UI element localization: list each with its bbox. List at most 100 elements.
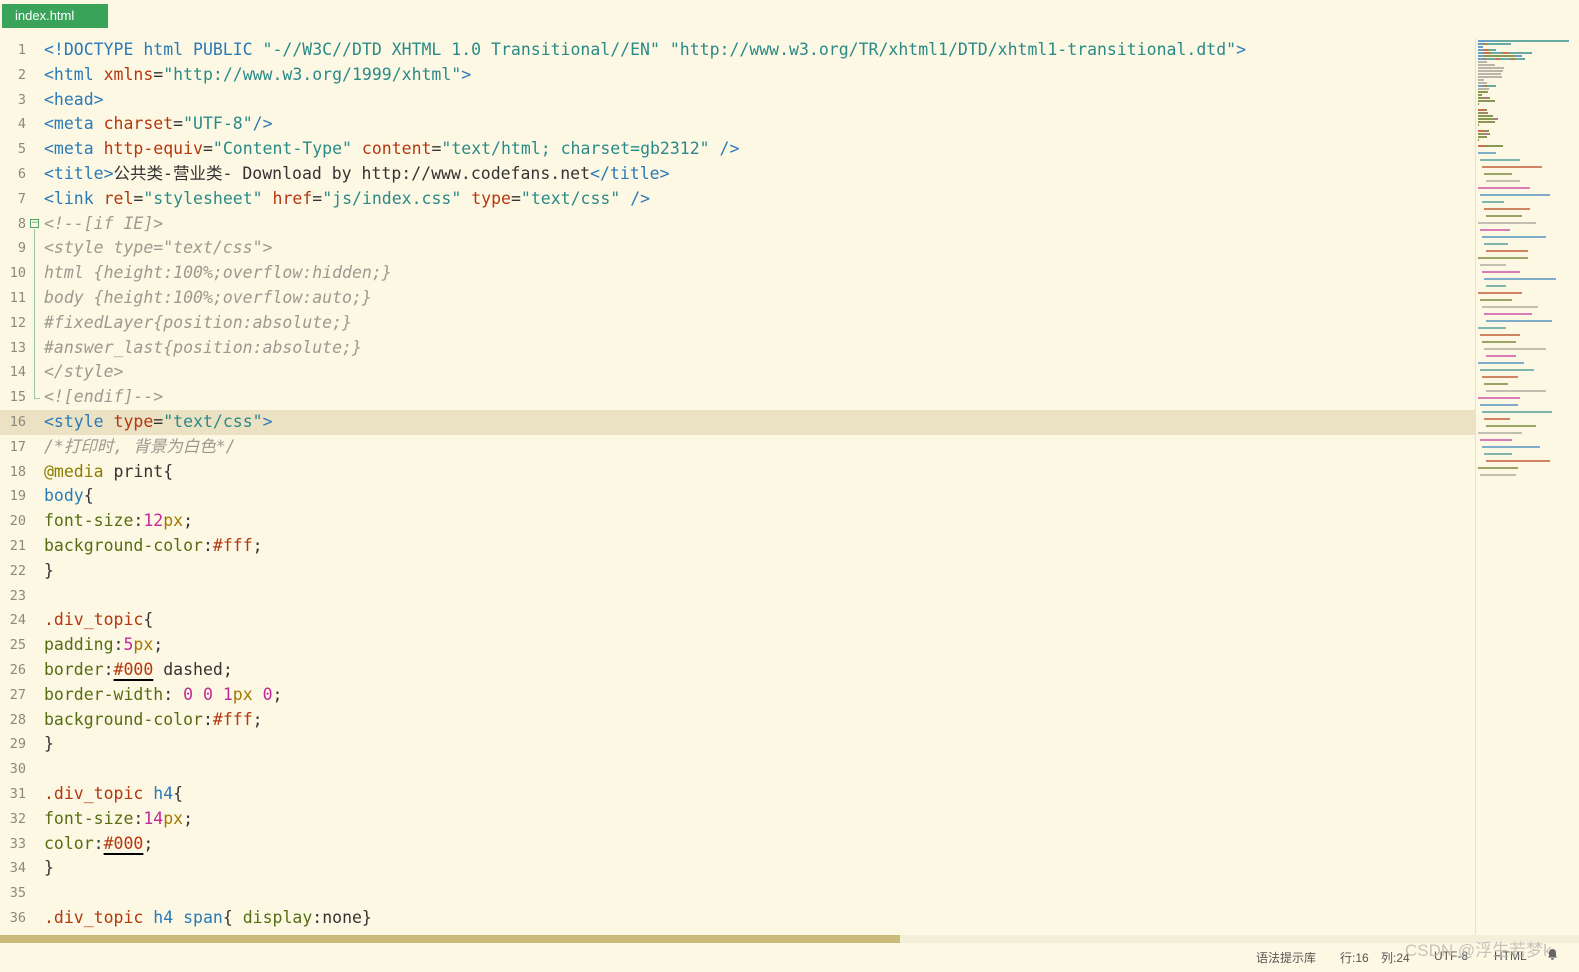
minimap-stroke <box>1486 320 1552 322</box>
code-token: { <box>143 610 154 630</box>
code-line[interactable]: 35 <box>0 881 1475 906</box>
code-token: ; <box>143 833 154 853</box>
code-line[interactable]: 30 <box>0 757 1475 782</box>
code-line[interactable]: 34} <box>0 856 1475 881</box>
code-token: font-size <box>44 511 134 531</box>
line-number: 22 <box>9 562 26 579</box>
minimap-stroke <box>1482 166 1542 168</box>
minimap-stroke <box>1486 180 1520 182</box>
code-token: { <box>83 486 94 506</box>
code-line[interactable]: 10 html {height:100%;overflow:hidden;} <box>0 261 1475 286</box>
minimap-stroke <box>1485 58 1495 60</box>
minimap-stroke <box>1486 460 1550 462</box>
minimap-stroke <box>1478 432 1522 434</box>
code-line[interactable]: 31 .div_topic h4{ <box>0 782 1475 807</box>
code-line[interactable]: 16 <style type="text/css"> <box>0 410 1475 435</box>
code-line[interactable]: 24 .div_topic{ <box>0 608 1475 633</box>
code-text: html {height:100%;overflow:hidden;} <box>44 261 392 286</box>
code-line[interactable]: 12 #fixedLayer{position:absolute;} <box>0 311 1475 336</box>
notification-bell-icon[interactable] <box>1547 948 1558 960</box>
code-token: ; <box>183 511 194 531</box>
code-line[interactable]: 8 <!--[if IE]> <box>0 212 1475 237</box>
code-editor[interactable]: 1 <!DOCTYPE html PUBLIC "-//W3C//DTD XHTM… <box>0 38 1475 934</box>
code-token: @media <box>44 461 104 481</box>
code-line[interactable]: 25 padding:5px; <box>0 633 1475 658</box>
code-token: <style type="text/css"> <box>44 238 273 258</box>
minimap-stroke <box>1478 70 1503 72</box>
code-token: .div_topic <box>44 784 144 803</box>
line-number: 30 <box>9 761 26 778</box>
minimap-stroke <box>1478 467 1518 469</box>
code-token: { <box>222 908 243 927</box>
code-line[interactable]: 11 body {height:100%;overflow:auto;} <box>0 286 1475 311</box>
line-number: 1 <box>17 42 26 58</box>
cursor-row: 行:16 <box>1340 951 1369 965</box>
line-number: 32 <box>9 810 26 827</box>
minimap-stroke <box>1523 58 1526 60</box>
minimap-stroke <box>1482 411 1552 413</box>
code-text: <title>公共类-营业类- Download by http://www.c… <box>44 162 670 187</box>
code-line[interactable]: 21 background-color:#fff; <box>0 534 1475 559</box>
minimap-stroke <box>1480 334 1520 336</box>
minimap-stroke <box>1494 49 1496 51</box>
tab-index-html[interactable]: index.html <box>2 4 108 28</box>
code-line[interactable]: 7 <link rel="stylesheet" href="js/index.c… <box>0 187 1475 212</box>
code-text: .div_topic h4{ <box>44 782 183 807</box>
minimap-stroke <box>1482 52 1490 54</box>
line-number: 26 <box>9 662 26 678</box>
code-line[interactable]: 23 <box>0 584 1475 609</box>
code-token: color <box>44 833 94 853</box>
code-token: body {height:100%;overflow:auto;} <box>44 288 372 307</box>
horizontal-scrollbar-thumb[interactable] <box>0 935 900 943</box>
code-text: <link rel="stylesheet" href="js/index.cs… <box>44 187 650 212</box>
fold-collapse-icon[interactable]: − <box>30 218 39 228</box>
code-line[interactable]: 29} <box>0 732 1475 757</box>
minimap-stroke <box>1486 215 1522 217</box>
code-line[interactable]: 4 <meta charset="UTF-8"/> <box>0 112 1475 137</box>
minimap[interactable] <box>1475 38 1579 934</box>
code-line[interactable]: 22} <box>0 559 1475 584</box>
code-line[interactable]: 5 <meta http-equiv="Content-Type" content… <box>0 137 1475 162</box>
code-line[interactable]: 17 /*打印时, 背景为白色*/ <box>0 435 1475 460</box>
code-line[interactable]: 15 <![endif]--> <box>0 385 1475 410</box>
code-line[interactable]: 1 <!DOCTYPE html PUBLIC "-//W3C//DTD XHTM… <box>0 38 1475 63</box>
code-line[interactable]: 3 <head> <box>0 88 1475 113</box>
code-token: border-width <box>44 684 164 704</box>
code-line[interactable]: 32 font-size:14px; <box>0 807 1475 832</box>
code-line[interactable]: 27 border-width: 0 0 1px 0; <box>0 683 1475 708</box>
code-line[interactable]: 13 #answer_last{position:absolute;} <box>0 336 1475 361</box>
code-line[interactable]: 18 @media print{ <box>0 460 1475 485</box>
code-line[interactable]: 19 body{ <box>0 484 1475 509</box>
horizontal-scrollbar[interactable] <box>0 935 1579 943</box>
minimap-stroke <box>1478 103 1479 105</box>
code-line[interactable]: 28 background-color:#fff; <box>0 708 1475 733</box>
minimap-stroke <box>1478 257 1528 259</box>
code-text: font-size:12px; <box>44 509 193 534</box>
code-text: font-size:14px; <box>44 807 193 832</box>
code-text: color:#000; <box>44 832 153 857</box>
code-text: <head> <box>44 88 104 113</box>
minimap-stroke <box>1480 194 1550 196</box>
code-token: <title> <box>44 164 114 183</box>
code-line[interactable]: 6 <title>公共类-营业类- Download by http://www.… <box>0 162 1475 187</box>
syntax-hint-library[interactable]: 语法提示库 <box>1256 949 1316 966</box>
code-token: = <box>133 188 144 208</box>
minimap-stroke <box>1486 250 1528 252</box>
code-token: = <box>312 188 323 208</box>
code-line[interactable]: 33 color:#000; <box>0 832 1475 857</box>
minimap-stroke <box>1509 43 1511 45</box>
minimap-stroke <box>1478 139 1479 141</box>
code-line[interactable]: 9 <style type="text/css"> <box>0 236 1475 261</box>
code-line[interactable]: 26 border:#000 dashed; <box>0 658 1475 683</box>
code-line[interactable]: 2 <html xmlns="http://www.w3.org/1999/xht… <box>0 63 1475 88</box>
code-line[interactable]: 36 .div_topic h4 span{ display:none} <box>0 906 1475 931</box>
minimap-stroke <box>1478 222 1536 224</box>
code-line[interactable]: 14 </style> <box>0 360 1475 385</box>
code-token: ; <box>252 536 263 555</box>
code-line[interactable]: 20 font-size:12px; <box>0 509 1475 534</box>
code-token: <link <box>44 188 104 208</box>
